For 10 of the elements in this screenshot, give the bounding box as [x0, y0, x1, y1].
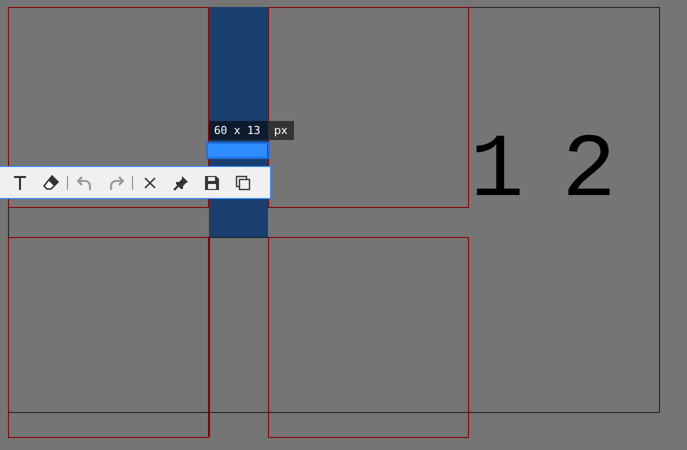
unit-label: px: [268, 121, 294, 140]
copy-icon: [234, 174, 252, 192]
size-label: 60 x 13: [209, 121, 268, 140]
text-input-field[interactable]: [206, 142, 270, 159]
canvas-text: 1: [470, 122, 524, 222]
pin-icon: [172, 174, 190, 192]
eraser-icon: [42, 174, 60, 192]
canvas-text: 2: [562, 122, 616, 222]
undo-icon: [76, 174, 94, 192]
save-icon: [202, 174, 220, 192]
